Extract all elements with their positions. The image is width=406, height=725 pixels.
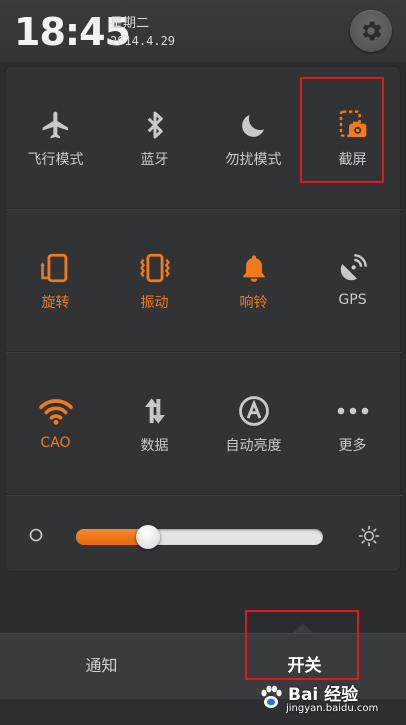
gps-icon [335, 250, 371, 286]
toggle-row-3: CAO 数据 自动亮度 更多 [6, 353, 402, 495]
baidu-watermark: Bai 经验 jingyan.baidu.com [246, 676, 404, 724]
tab-notifications[interactable]: 通知 [0, 634, 203, 700]
highlight-box-screenshot [300, 77, 384, 183]
toggle-label: CAO [40, 435, 71, 451]
gear-icon [362, 21, 382, 41]
toggle-ring[interactable]: 响铃 [204, 210, 303, 352]
brightness-knob[interactable] [136, 525, 160, 549]
toggle-more[interactable]: 更多 [303, 353, 402, 495]
toggle-bluetooth[interactable]: 蓝牙 [105, 67, 204, 209]
brightness-slider[interactable] [76, 525, 323, 549]
toggle-label: 蓝牙 [140, 152, 169, 168]
weekday-label: 星期二 [110, 16, 150, 31]
rotate-icon [38, 250, 74, 286]
airplane-icon [38, 107, 74, 143]
sun-icon [358, 525, 380, 547]
watermark-url: jingyan.baidu.com [286, 703, 379, 714]
toggle-label: 响铃 [239, 295, 268, 311]
toggle-label: 数据 [140, 438, 169, 454]
toggle-label: 旋转 [41, 295, 70, 311]
toggle-rotate[interactable]: 旋转 [6, 210, 105, 352]
toggle-wifi[interactable]: CAO [6, 353, 105, 495]
toggle-mobile-data[interactable]: 数据 [105, 353, 204, 495]
date-label: 2014.4.29 [110, 34, 176, 48]
paw-logo-icon [261, 685, 282, 708]
more-dots-icon [335, 393, 371, 429]
toggle-auto-brightness[interactable]: 自动亮度 [204, 353, 303, 495]
toggle-do-not-disturb[interactable]: 勿扰模式 [204, 67, 303, 209]
data-arrows-icon [137, 393, 173, 429]
status-header: 18:45 星期二 2014.4.29 [0, 0, 406, 62]
dim-icon [29, 528, 43, 542]
moon-icon [236, 107, 272, 143]
toggle-airplane-mode[interactable]: 飞行模式 [6, 67, 105, 209]
toggle-row-2: 旋转 振动 响铃 GPS [6, 210, 402, 352]
toggle-label: 飞行模式 [27, 152, 84, 168]
wifi-icon [38, 393, 74, 429]
bluetooth-icon [137, 107, 173, 143]
toggle-label: 自动亮度 [225, 438, 282, 454]
toggle-label: GPS [338, 292, 367, 308]
vibrate-icon [137, 250, 173, 286]
settings-button[interactable] [350, 10, 392, 52]
toggle-label: 更多 [338, 438, 367, 454]
auto-brightness-icon [236, 393, 272, 429]
brightness-row [6, 497, 402, 573]
toggle-gps[interactable]: GPS [303, 210, 402, 352]
highlight-box-switch-tab [245, 610, 359, 680]
toggle-label: 勿扰模式 [225, 152, 282, 168]
bell-icon [236, 250, 272, 286]
toggle-label: 振动 [140, 295, 169, 311]
toggle-vibrate[interactable]: 振动 [105, 210, 204, 352]
watermark-brand: Bai 经验 [288, 685, 359, 705]
